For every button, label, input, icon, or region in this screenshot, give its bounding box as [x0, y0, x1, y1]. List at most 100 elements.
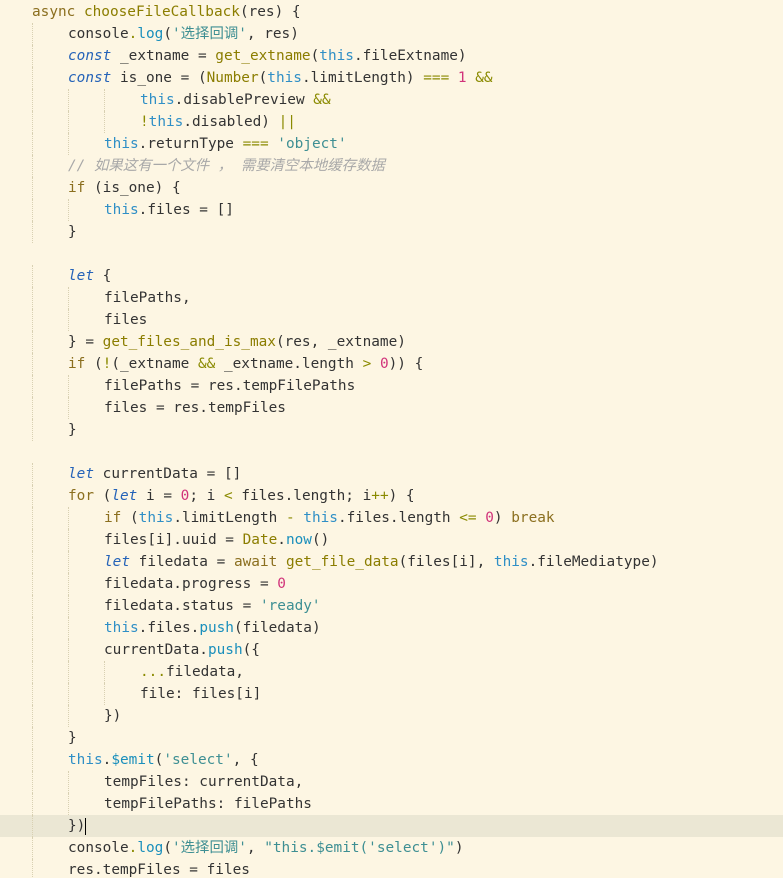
code-line[interactable]: } [0, 727, 783, 749]
code-line[interactable]: tempFilePaths: filePaths [0, 793, 783, 815]
code-line[interactable]: } [0, 221, 783, 243]
indent-guide [32, 749, 33, 771]
code-line[interactable]: this.files.push(filedata) [0, 617, 783, 639]
code-line[interactable]: tempFiles: currentData, [0, 771, 783, 793]
code-token: ( [94, 488, 112, 504]
code-editor[interactable]: async chooseFileCallback(res) {console.l… [0, 0, 783, 878]
indent-guide [68, 683, 69, 705]
code-line[interactable]: ...filedata, [0, 661, 783, 683]
code-line-current[interactable]: }) [0, 815, 783, 837]
code-line[interactable]: res.tempFiles = files [0, 859, 783, 878]
code-line[interactable]: filePaths, [0, 287, 783, 309]
code-token: this [138, 510, 174, 526]
code-token: fileExtname [362, 48, 458, 64]
code-token: > [362, 356, 372, 372]
code-line[interactable]: filedata.status = 'ready' [0, 595, 783, 617]
code-line[interactable]: if (this.limitLength - this.files.length… [0, 507, 783, 529]
code-line[interactable]: files [0, 309, 783, 331]
code-line[interactable]: console.log('选择回调', res) [0, 23, 783, 45]
code-line[interactable]: file: files[i] [0, 683, 783, 705]
indent-guide [32, 45, 33, 67]
code-line[interactable]: const _extname = get_extname(this.fileEx… [0, 45, 783, 67]
indent-guide [32, 837, 33, 859]
code-line[interactable]: this.files = [] [0, 199, 783, 221]
indent-guide [32, 529, 33, 551]
indent-guide [68, 617, 69, 639]
indent-guide [68, 551, 69, 573]
indent-guide [32, 353, 33, 375]
code-line[interactable]: // 如果这有一个文件 ， 需要清空本地缓存数据 [0, 155, 783, 177]
code-line[interactable]: }) [0, 705, 783, 727]
indent-guide [32, 617, 33, 639]
code-token: file: files[i] [140, 686, 262, 702]
code-token: const [68, 48, 112, 64]
code-line[interactable]: const is_one = (Number(this.limitLength)… [0, 67, 783, 89]
code-token: .files. [138, 620, 200, 636]
code-line[interactable]: filedata.progress = 0 [0, 573, 783, 595]
code-token: ( [163, 26, 172, 42]
indent-guide [32, 265, 33, 287]
indent-guide [104, 683, 105, 705]
indent-guide [68, 771, 69, 793]
code-line[interactable]: files = res.tempFiles [0, 397, 783, 419]
code-text: if (is_one) { [68, 177, 181, 199]
code-token: (res) { [239, 4, 301, 20]
code-line[interactable]: files[i].uuid = Date.now() [0, 529, 783, 551]
code-text: filedata.status = 'ready' [104, 595, 321, 617]
code-token: files = res.tempFiles [104, 400, 286, 416]
indent-guide [32, 199, 33, 221]
code-line[interactable]: if (is_one) { [0, 177, 783, 199]
code-line[interactable]: this.$emit('select', { [0, 749, 783, 771]
code-line[interactable]: this.disablePreview && [0, 89, 783, 111]
indent-guide [68, 199, 69, 221]
code-token: (filedata) [233, 620, 321, 636]
code-token: push [199, 620, 234, 636]
code-line[interactable]: !this.disabled) || [0, 111, 783, 133]
code-line[interactable]: for (let i = 0; i < files.length; i++) { [0, 485, 783, 507]
code-text: filePaths = res.tempFilePaths [104, 375, 355, 397]
code-line[interactable]: if (!(_extname && _extname.length > 0)) … [0, 353, 783, 375]
code-token: this [267, 70, 302, 86]
code-token: && [475, 70, 493, 86]
code-token: .fileMediatype) [528, 554, 659, 570]
text-cursor [85, 817, 87, 835]
indent-guide [32, 463, 33, 485]
code-token: const [68, 70, 112, 86]
indent-guide [68, 309, 69, 331]
code-line[interactable]: let filedata = await get_file_data(files… [0, 551, 783, 573]
code-line[interactable]: } [0, 419, 783, 441]
indent-guide [32, 507, 33, 529]
code-token: this [104, 136, 139, 152]
code-line[interactable]: let currentData = [] [0, 463, 783, 485]
code-line[interactable]: currentData.push({ [0, 639, 783, 661]
code-line[interactable]: } = get_files_and_is_max(res, _extname) [0, 331, 783, 353]
code-token: . [353, 48, 363, 64]
code-text: let filedata = await get_file_data(files… [104, 551, 659, 573]
code-line[interactable] [0, 243, 783, 265]
code-token: 'object' [277, 136, 347, 152]
code-token: files[i].uuid = [104, 532, 243, 548]
code-token: 0 [277, 576, 286, 592]
indent-guide [68, 529, 69, 551]
indent-guide [68, 639, 69, 661]
code-line[interactable]: filePaths = res.tempFilePaths [0, 375, 783, 397]
code-text: console.log('选择回调', res) [68, 23, 299, 45]
code-line[interactable]: let { [0, 265, 783, 287]
indent-guide [32, 771, 33, 793]
code-token: async [32, 4, 84, 20]
code-text: let currentData = [] [68, 463, 241, 485]
code-text: let { [68, 265, 111, 287]
code-line[interactable]: this.returnType === 'object' [0, 133, 783, 155]
code-line[interactable] [0, 441, 783, 463]
code-token: ) [457, 48, 467, 64]
code-token: chooseFileCallback [83, 4, 240, 20]
code-line[interactable]: console.log('选择回调', "this.$emit('select'… [0, 837, 783, 859]
indent-guide [32, 23, 33, 45]
code-token: 1 [457, 70, 467, 86]
code-line[interactable]: async chooseFileCallback(res) { [0, 1, 783, 23]
code-text: this.files.push(filedata) [104, 617, 321, 639]
code-token: _extname = [111, 48, 216, 64]
code-token: <= [459, 510, 477, 526]
